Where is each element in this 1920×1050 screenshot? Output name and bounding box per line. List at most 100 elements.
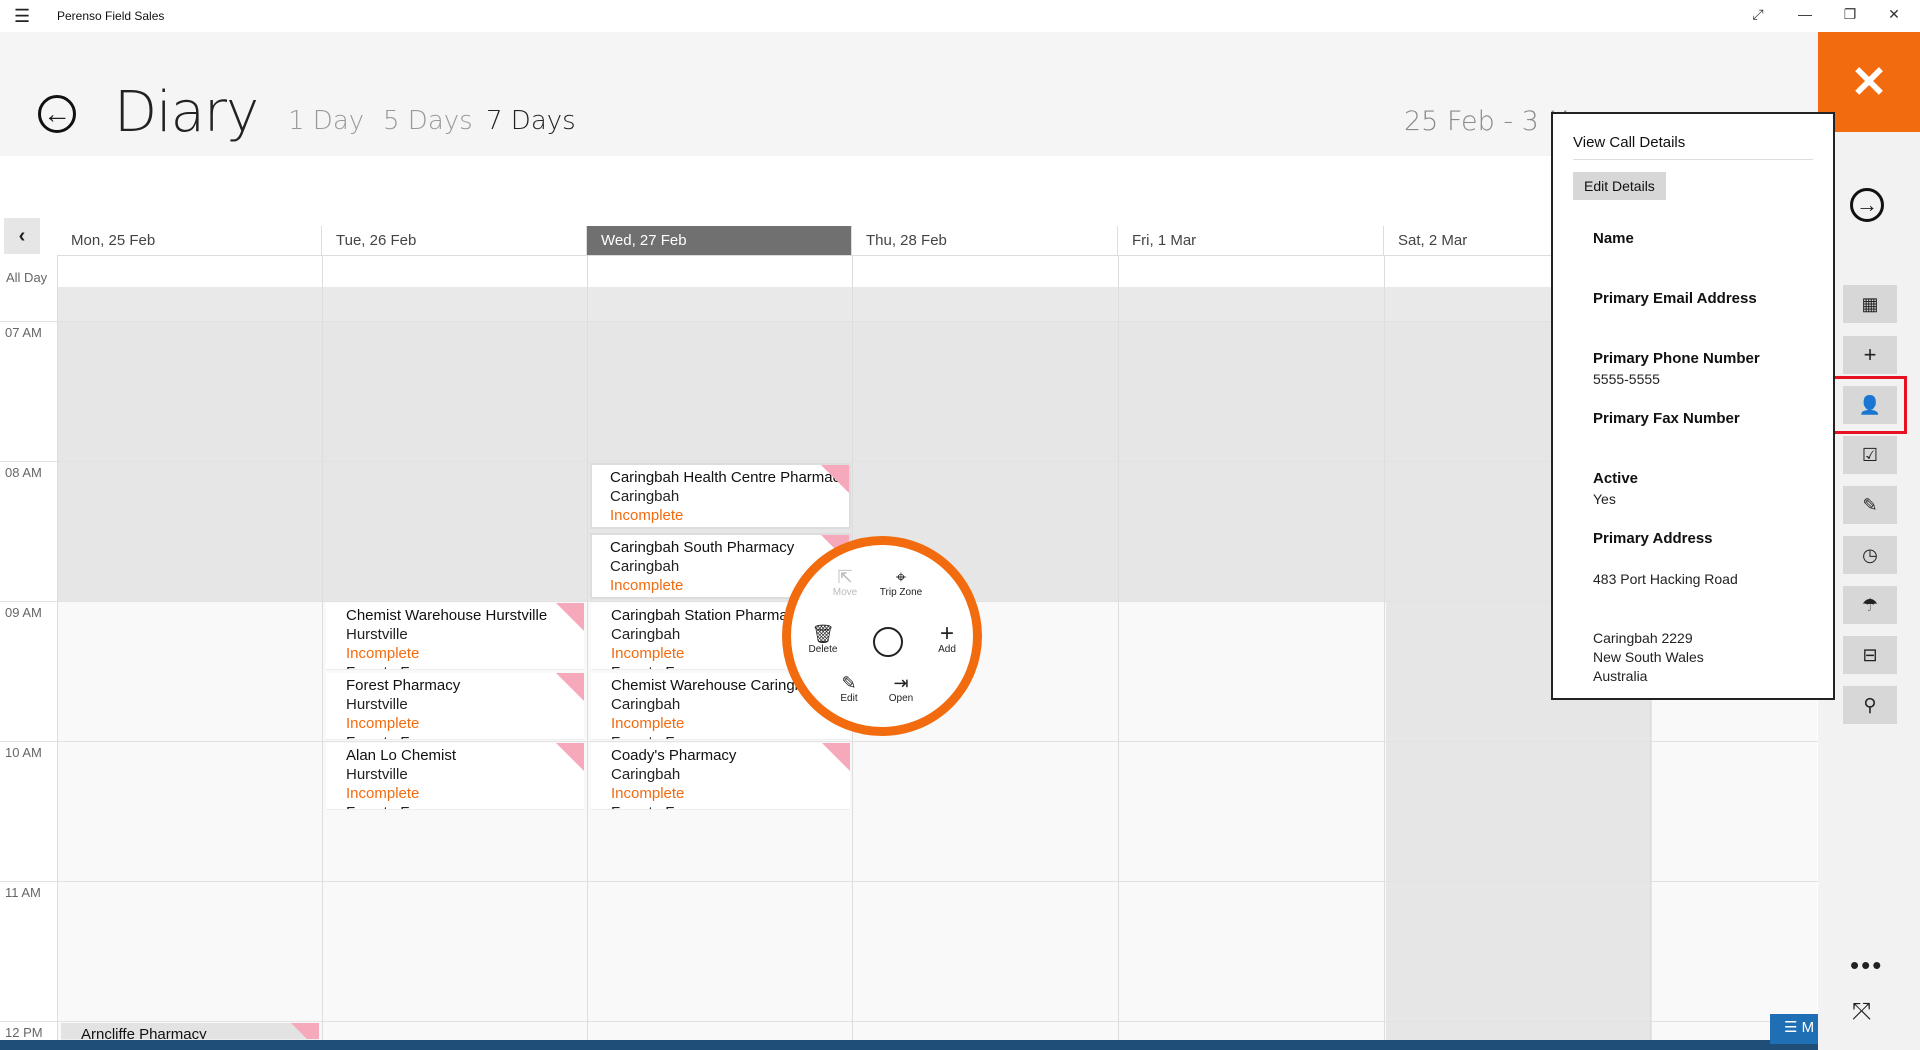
edit-details-button[interactable]: Edit Details [1573,172,1666,200]
appointment-status: Incomplete [610,507,684,524]
hour-line [0,741,1818,742]
time-label: 12 PM [5,1025,43,1040]
appointment-location: Hurstville [346,626,408,643]
phone-label: Primary Phone Number [1593,350,1760,367]
appointment-name: Caringbah Health Centre Pharmacy [610,469,848,486]
open-button[interactable]: ⇥ Open [873,673,929,704]
status-flag [556,673,584,701]
tab-7-days[interactable]: 7 Days [486,106,576,136]
umbrella-icon: ☂ [1861,594,1879,615]
appointment-card-selected[interactable]: Caringbah Health Centre Pharmacy Caringb… [590,463,851,529]
tab-1-day[interactable]: 1 Day [288,106,364,136]
appointment-name: Forest Pharmacy [346,677,461,694]
phone-value: 5555-5555 [1593,371,1660,387]
appointment-type: Face to Face [346,663,584,669]
split-button[interactable]: ⊟ [1843,636,1897,674]
appointment-type: Face to Face [610,525,849,527]
status-flag [291,1023,319,1039]
location-pin-icon: ⚲ [1863,694,1877,715]
umbrella-button[interactable]: ☂ [1843,586,1897,624]
checklist-icon: ☑ [1861,444,1879,465]
move-icon: ⇱ [837,567,853,587]
appointment-status: Incomplete [346,785,420,802]
appointment-name: Arncliffe Pharmacy [81,1026,207,1040]
back-button[interactable]: ← [38,95,76,133]
radial-menu: ⇱ Move ⌖ Trip Zone 🗑 Delete + Add ✎ Edit… [782,536,982,736]
appointment-card[interactable]: Alan Lo Chemist Hurstville Incomplete Fa… [326,743,584,810]
ellipsis-icon: ••• [1850,950,1884,980]
plus-icon: + [1863,342,1877,367]
name-label: Name [1593,230,1634,247]
appointment-card[interactable]: Forest Pharmacy Hurstville Incomplete Fa… [326,673,584,740]
panel-title: View Call Details [1573,134,1813,160]
plus-icon: + [939,620,954,647]
pencil-icon: ✎ [841,673,857,693]
previous-week-button[interactable]: ‹ [4,218,40,254]
status-flag [821,465,849,493]
add-button[interactable]: + Add [919,620,975,656]
calendar-button[interactable]: ▦ [1843,285,1897,323]
email-label: Primary Email Address [1593,290,1757,307]
hamburger-menu-icon[interactable]: ☰ [14,6,30,27]
address-line-3: New South Wales [1593,649,1704,665]
fullscreen-icon[interactable]: ⤢ [1748,6,1768,23]
status-flag [822,743,850,771]
appointment-status: Incomplete [611,785,685,802]
fax-label: Primary Fax Number [1593,410,1740,427]
day-header-wed[interactable]: Wed, 27 Feb [587,226,852,256]
tab-5-days[interactable]: 5 Days [383,106,473,136]
close-icon: ✕ [1850,57,1888,107]
window-close-icon[interactable]: ✕ [1884,6,1904,23]
trip-zone-button[interactable]: ⌖ Trip Zone [873,567,929,598]
more-options-button[interactable]: ••• [1850,950,1883,981]
appointment-location: Caringbah [610,488,680,505]
delete-button[interactable]: 🗑 Delete [795,624,851,655]
minimize-icon[interactable]: — [1795,6,1815,22]
day-header-tue[interactable]: Tue, 26 Feb [322,226,587,256]
appointment-card[interactable]: Chemist Warehouse Hurstville Hurstville … [326,603,584,670]
appointment-card[interactable]: Arncliffe Pharmacy [61,1023,319,1040]
address-line-2: Caringbah 2229 [1593,630,1693,646]
checklist-button[interactable]: ☑ [1843,436,1897,474]
day-header-fri[interactable]: Fri, 1 Mar [1118,226,1384,256]
status-flag [556,743,584,771]
move-button[interactable]: ⇱ Move [817,567,873,598]
edit-call-button[interactable]: ✎ [1843,486,1897,524]
time-label: 11 AM [5,885,41,900]
address-line-1: 483 Port Hacking Road [1593,571,1738,587]
day-header-mon[interactable]: Mon, 25 Feb [57,226,322,256]
split-icon: ⊟ [1862,644,1878,665]
time-label: 09 AM [5,605,42,620]
day-column [57,256,58,1040]
location-button[interactable]: ⚲ [1843,686,1897,724]
expand-icon: ⤧ [1852,998,1872,1025]
expand-button[interactable]: ⤧ [1852,998,1871,1026]
menu-icon: ☰ M [1784,1019,1815,1036]
hour-line [0,1021,1818,1022]
arrow-left-icon: ← [43,98,71,129]
time-label: 08 AM [5,465,42,480]
bottom-menu-tab[interactable]: ☰ M [1770,1014,1818,1044]
appointment-card[interactable]: Coady's Pharmacy Caringbah Incomplete Fa… [591,743,850,810]
appointment-location: Caringbah [611,766,681,783]
call-details-panel: View Call Details Edit Details Name Prim… [1551,112,1835,700]
day-header-thu[interactable]: Thu, 28 Feb [852,226,1118,256]
arrow-right-icon: → [1856,192,1878,217]
hour-line [0,461,1818,462]
page-title: Diary [114,80,259,145]
radial-center-button[interactable] [873,627,903,657]
history-button[interactable]: ◷ [1843,536,1897,574]
appointment-type: Face to Face [346,803,584,809]
address-label: Primary Address [1593,530,1713,547]
bottom-bar [0,1040,1818,1050]
diary-header [0,32,1818,156]
pencil-icon: ✎ [1862,494,1878,515]
forward-button[interactable]: → [1850,188,1884,222]
appointment-location: Hurstville [346,696,408,713]
chevron-left-icon: ‹ [18,224,26,247]
edit-button[interactable]: ✎ Edit [821,673,877,704]
appointment-name: Coady's Pharmacy [611,747,737,764]
add-call-button[interactable]: + [1843,336,1897,374]
app-title: Perenso Field Sales [57,9,165,23]
restore-icon[interactable]: ❐ [1840,6,1860,23]
